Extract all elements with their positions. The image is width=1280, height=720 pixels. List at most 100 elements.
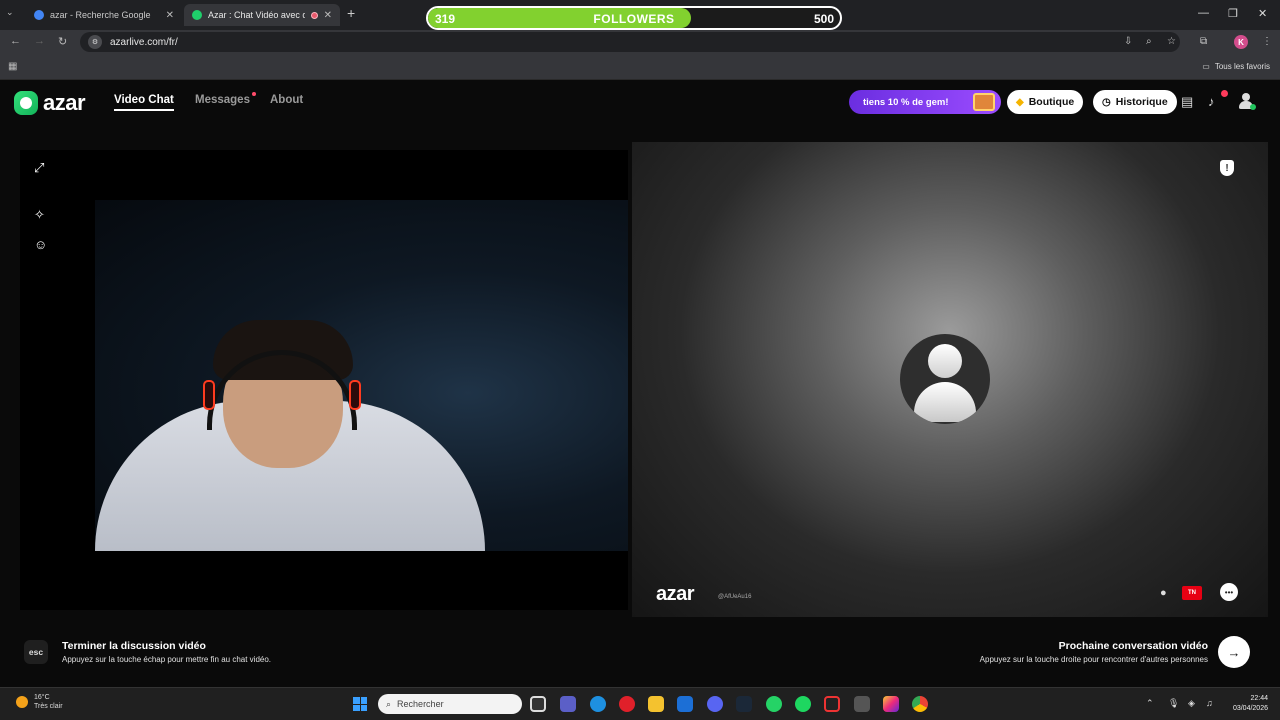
extensions-icon[interactable]: ⧉ (1200, 36, 1207, 47)
expand-video-icon[interactable]: ⤢ (34, 160, 44, 176)
chat-bubble-icon[interactable]: ••• (1220, 583, 1238, 601)
discord-icon[interactable] (707, 696, 723, 712)
opera-icon[interactable] (619, 696, 635, 712)
clock-date: 03/04/2026 (1232, 705, 1268, 712)
nav-video-chat[interactable]: Video Chat (114, 94, 174, 111)
historique-button[interactable]: ◷ Historique (1093, 90, 1177, 114)
microphone-icon[interactable]: 🎙 (1168, 698, 1179, 709)
browser-tab-bar: ⌄ azar - Recherche Google ✕ Azar : Chat … (0, 0, 1280, 30)
esc-key-icon[interactable]: esc (24, 640, 48, 664)
windows-start-icon[interactable] (353, 697, 367, 711)
url-text: azarlive.com/fr/ (110, 36, 178, 48)
new-tab-button[interactable]: + (347, 5, 355, 21)
boutique-label: Boutique (1028, 96, 1075, 108)
site-info-icon[interactable]: ⚙ (88, 35, 102, 49)
user-avatar[interactable] (1237, 92, 1256, 110)
clock-time: 22:44 (1250, 695, 1268, 702)
zoom-icon[interactable]: ⌕ (1146, 36, 1152, 47)
magic-wand-effects-icon[interactable]: ✧ (34, 207, 45, 223)
forward-arrow-icon[interactable]: → (34, 35, 45, 47)
peer-video-panel: ! azar @AfUeAu16 ● TN ••• (632, 142, 1268, 617)
system-clock[interactable]: 22:44 03/04/2026 (1233, 694, 1268, 714)
profile-avatar[interactable]: K (1234, 35, 1248, 49)
azar-logo-text: azar (43, 90, 86, 115)
instagram-icon[interactable] (883, 696, 899, 712)
search-icon: ⌕ (386, 698, 392, 709)
bookmark-star-icon[interactable]: ☆ (1167, 36, 1176, 47)
browser-toolbar: ← → ↻ ⚙ azarlive.com/fr/ ⇩ ⌕ ☆ ⧉ ⋮ (0, 30, 1280, 54)
task-view-icon[interactable] (530, 696, 546, 712)
app-icon[interactable] (824, 696, 840, 712)
webcam-person (95, 320, 495, 551)
azar-logo[interactable]: azar (14, 90, 86, 116)
windows-taskbar: 16°C Très clair ⌕ Rechercher ⌃ 🎙 ◈ ♫ 22:… (0, 687, 1280, 720)
tab-google-search[interactable]: azar - Recherche Google ✕ (26, 4, 182, 26)
weather-temp: 16°C (34, 694, 50, 701)
report-shield-icon[interactable]: ! (1220, 160, 1234, 176)
peer-azar-watermark: azar (656, 583, 695, 605)
next-conversation-button[interactable]: → (1218, 636, 1250, 668)
peer-id: @AfUeAu16 (718, 594, 752, 600)
taskbar-search-placeholder: Rechercher (397, 699, 444, 709)
spotify-icon[interactable] (795, 696, 811, 712)
close-window-button[interactable]: ✕ (1258, 7, 1267, 20)
weather-widget[interactable]: 16°C Très clair (16, 693, 63, 711)
gems-promo-banner[interactable]: tiens 10 % de gem! (849, 90, 1001, 114)
weather-sun-icon (16, 696, 28, 708)
restore-window-button[interactable]: ❐ (1228, 7, 1238, 20)
edge-icon[interactable] (590, 696, 606, 712)
azar-logo-icon (14, 91, 38, 115)
minimize-window-button[interactable]: — (1198, 7, 1209, 19)
address-bar[interactable]: ⚙ azarlive.com/fr/ (80, 32, 1180, 52)
whatsapp-icon[interactable] (766, 696, 782, 712)
nav-messages[interactable]: Messages (195, 92, 256, 106)
tray-chevron-icon[interactable]: ⌃ (1146, 698, 1154, 709)
inbox-icon[interactable]: ▤ (1181, 94, 1193, 110)
google-favicon-icon (34, 10, 44, 20)
clock-icon: ◷ (1102, 96, 1111, 108)
chrome-icon[interactable] (912, 696, 928, 712)
back-arrow-icon[interactable]: ← (10, 35, 21, 47)
volume-icon[interactable]: ♫ (1206, 698, 1213, 708)
historique-label: Historique (1115, 96, 1168, 108)
tab-title: azar - Recherche Google (50, 10, 151, 20)
recording-indicator-icon (310, 11, 318, 19)
tab-azar[interactable]: Azar : Chat Vidéo avec de n ✕ (184, 4, 340, 26)
boutique-button[interactable]: ◆ Boutique (1007, 90, 1084, 114)
notification-bell-icon[interactable]: ♪ (1208, 94, 1215, 109)
gem-icon: ◆ (1016, 96, 1024, 108)
nav-messages-label: Messages (195, 94, 250, 106)
menu-dots-icon[interactable]: ⋮ (1262, 36, 1272, 47)
all-bookmarks-folder[interactable]: ▭ Tous les favoris (1202, 62, 1270, 71)
taskbar-search[interactable]: ⌕ Rechercher (378, 694, 522, 714)
reload-icon[interactable]: ↻ (58, 35, 67, 48)
tab-title: Azar : Chat Vidéo avec de n (208, 10, 305, 20)
nav-about[interactable]: About (270, 94, 303, 106)
followers-goal: 500 (813, 12, 834, 26)
steam-icon[interactable] (736, 696, 752, 712)
close-tab-icon[interactable]: ✕ (324, 10, 332, 21)
close-tab-icon[interactable]: ✕ (166, 10, 174, 21)
teams-icon[interactable] (560, 696, 576, 712)
apps-grid-icon[interactable]: ▦ (8, 61, 17, 72)
next-chat-title: Prochaine conversation vidéo (1058, 640, 1208, 652)
self-video-panel: ⤢ ✧ ☺ (20, 150, 628, 610)
tab-search-icon[interactable]: ⌄ (6, 7, 14, 18)
weather-desc: Très clair (34, 703, 63, 710)
file-explorer-icon[interactable] (648, 696, 664, 712)
sticker-icon[interactable]: ☺ (34, 237, 47, 252)
promo-text: tiens 10 % de gem! (863, 96, 949, 108)
folder-icon: ▭ (1202, 62, 1210, 71)
azar-page: azar Video Chat Messages About tiens 10 … (0, 80, 1280, 687)
end-chat-title: Terminer la discussion vidéo (62, 640, 206, 652)
arrow-right-icon: → (1227, 644, 1241, 660)
store-icon[interactable] (677, 696, 693, 712)
peer-profile-icon[interactable]: ● (1160, 587, 1167, 599)
end-chat-hint: Appuyez sur la touche échap pour mettre … (62, 655, 272, 664)
wifi-icon[interactable]: ◈ (1188, 698, 1195, 709)
next-chat-hint: Appuyez sur la touche droite pour rencon… (979, 655, 1208, 664)
all-bookmarks-label: Tous les favoris (1214, 62, 1270, 71)
followers-progress-bar: 319 FOLLOWERS 500 (426, 6, 842, 30)
settings-gear-icon[interactable] (854, 696, 870, 712)
install-app-icon[interactable]: ⇩ (1124, 36, 1132, 47)
